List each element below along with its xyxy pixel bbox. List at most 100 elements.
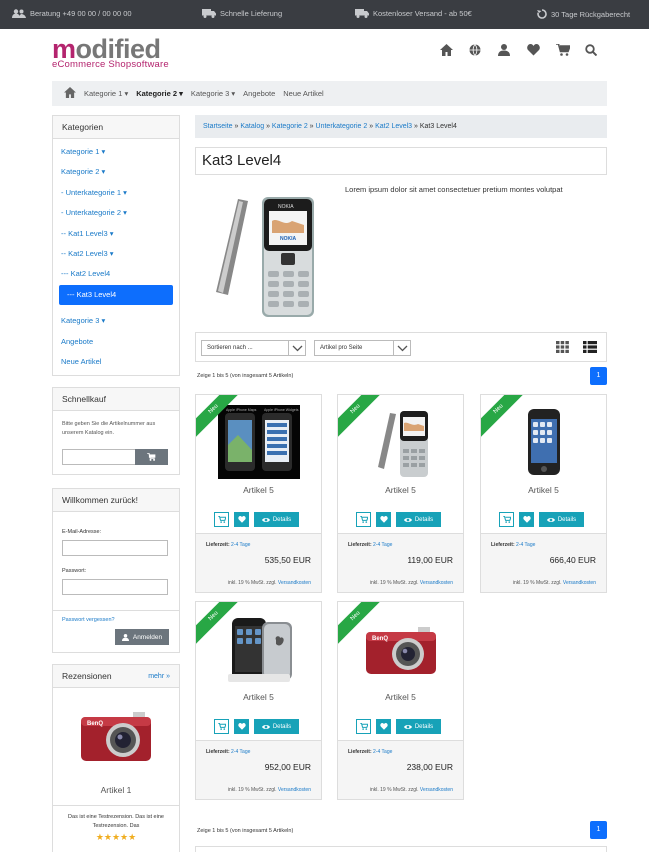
breadcrumb-link[interactable]: Kategorie 2 [272,123,308,130]
category-link-active[interactable]: --- Kat3 Level4 [59,284,173,306]
user-icon[interactable] [498,44,511,57]
add-to-cart-button[interactable] [356,512,371,527]
product-name[interactable]: Artikel 5 [196,485,321,495]
nav-item-kategorie-1[interactable]: Kategorie 1 ▾ [84,89,128,98]
product-name[interactable]: Artikel 5 [338,485,463,495]
heart-icon [522,516,531,523]
password-field[interactable] [62,579,168,595]
add-to-cart-button[interactable] [214,719,229,734]
shipping-costs-link[interactable]: Versandkosten [420,787,453,793]
heart-icon[interactable] [527,44,540,57]
chevron-down-icon [397,345,408,352]
per-page-select-value: Artikel pro Seite [320,345,363,351]
red-camera-image[interactable]: BenQ [360,612,442,686]
nav-item-kategorie-3[interactable]: Kategorie 3 ▾ [191,89,235,98]
forgot-password-link[interactable]: Passwort vergessen? [62,617,115,623]
sort-select-value: Sortieren nach ... [207,345,253,351]
quick-buy-title: Schnellkauf [53,388,179,411]
product-name[interactable]: Artikel 5 [481,485,606,495]
product-card[interactable]: Neu BenQ Artikel 5 Details Lieferzeit: 2… [337,601,464,800]
home-icon[interactable] [64,87,76,100]
page-button-bottom[interactable]: 1 [590,821,607,839]
home-icon[interactable] [440,44,453,57]
page-button[interactable]: 1 [590,367,607,385]
article-number-input[interactable] [62,449,135,465]
delivery-value[interactable]: 2-4 Tage [516,542,535,548]
grid-view-icon[interactable] [556,341,569,353]
tax-text: inkl. 19 % MwSt. zzgl. [227,580,277,586]
review-product-image[interactable]: BenQ [73,695,158,775]
details-button[interactable]: Details [396,512,441,527]
shop-logo[interactable]: modified eCommerce Shopsoftware [52,36,169,71]
breadcrumb-link[interactable]: Kat2 Level3 [375,123,412,130]
iphone-image[interactable] [503,405,585,479]
wishlist-button[interactable] [376,512,391,527]
product-card[interactable]: Neu Artikel 5 Details Lieferzeit: 2-4 Ta… [480,394,607,593]
reviews-title: Rezensionen [62,671,112,681]
product-name[interactable]: Artikel 5 [196,692,321,702]
paging-count: Zeige 1 bis 5 (von insgesamt 5 Artikeln) [197,373,294,379]
wishlist-button[interactable] [234,719,249,734]
add-to-cart-button[interactable] [356,719,371,734]
delivery-value[interactable]: 2-4 Tage [373,749,392,755]
category-link[interactable]: -- Kat1 Level3 ▾ [53,224,179,244]
product-card[interactable]: Neu Artikel 5 Details Lieferzeit: 2-4 Ta… [337,394,464,593]
product-card[interactable]: Neu Artikel 5 Details Lieferzeit: 2-4 Ta… [195,601,322,800]
category-link[interactable]: Kategorie 3 ▾ [53,311,179,331]
reviews-more-link[interactable]: mehr » [148,665,170,687]
globe-icon[interactable] [469,44,482,57]
details-button[interactable]: Details [396,719,441,734]
per-page-select[interactable]: Artikel pro Seite [314,340,411,356]
nokia-phone-image[interactable] [360,405,442,479]
iphone-dock-image[interactable] [218,612,300,686]
login-button[interactable]: Anmelden [115,629,169,645]
iphone-screens-image[interactable]: Apple iPhone Maps Apple iPhone Widgets [218,405,300,479]
breadcrumb-link[interactable]: Unterkategorie 2 [316,123,368,130]
delivery-value[interactable]: 2-4 Tage [231,749,250,755]
email-label: E-Mail-Adresse: [62,529,102,535]
nav-item-kategorie-2[interactable]: Kategorie 2 ▾ [136,89,183,98]
breadcrumb-link[interactable]: Katalog [240,123,264,130]
product-price: 238,00 EUR [406,762,453,772]
quick-buy-button[interactable] [135,449,168,465]
cart-icon [217,516,226,523]
category-link[interactable]: Angebote [53,332,179,352]
breadcrumb-link[interactable]: Startseite [203,123,233,130]
list-view-icon[interactable] [583,341,597,353]
delivery-value[interactable]: 2-4 Tage [373,542,392,548]
delivery-value[interactable]: 2-4 Tage [231,542,250,548]
add-to-cart-button[interactable] [214,512,229,527]
category-link[interactable]: Neue Artikel [53,352,179,372]
cart-icon[interactable] [556,43,572,57]
paging-count-bottom: Zeige 1 bis 5 (von insgesamt 5 Artikeln) [197,828,294,834]
category-link[interactable]: - Unterkategorie 2 ▾ [53,203,179,223]
email-field[interactable] [62,540,168,556]
category-link[interactable]: --- Kat2 Level4 [53,264,179,284]
category-link[interactable]: -- Kat2 Level3 ▾ [53,244,179,264]
product-name[interactable]: Artikel 5 [338,692,463,702]
category-link[interactable]: Kategorie 1 ▾ [53,142,179,162]
category-link[interactable]: Kategorie 2 ▾ [53,162,179,182]
wishlist-button[interactable] [519,512,534,527]
topbar-item-consulting: Beratung +49 00 00 / 00 00 00 [12,9,132,18]
wishlist-button[interactable] [234,512,249,527]
breadcrumb-sep: » [367,123,376,130]
header-icons [440,43,598,57]
product-card[interactable]: Neu Apple iPhone Maps Apple iPhone Widget… [195,394,322,593]
logo-tagline: eCommerce Shopsoftware [52,59,169,70]
category-link[interactable]: - Unterkategorie 1 ▾ [53,183,179,203]
sort-select[interactable]: Sortieren nach ... [201,340,306,356]
shipping-costs-link[interactable]: Versandkosten [420,580,453,586]
shipping-costs-link[interactable]: Versandkosten [278,580,311,586]
details-button[interactable]: Details [254,512,299,527]
details-button[interactable]: Details [539,512,584,527]
add-to-cart-button[interactable] [499,512,514,527]
nav-item-angebote[interactable]: Angebote [243,89,275,98]
shipping-costs-link[interactable]: Versandkosten [563,580,596,586]
categories-title: Kategorien [53,116,179,139]
search-icon[interactable] [585,44,598,57]
wishlist-button[interactable] [376,719,391,734]
shipping-costs-link[interactable]: Versandkosten [278,787,311,793]
details-button[interactable]: Details [254,719,299,734]
nav-item-neue-artikel[interactable]: Neue Artikel [283,89,323,98]
